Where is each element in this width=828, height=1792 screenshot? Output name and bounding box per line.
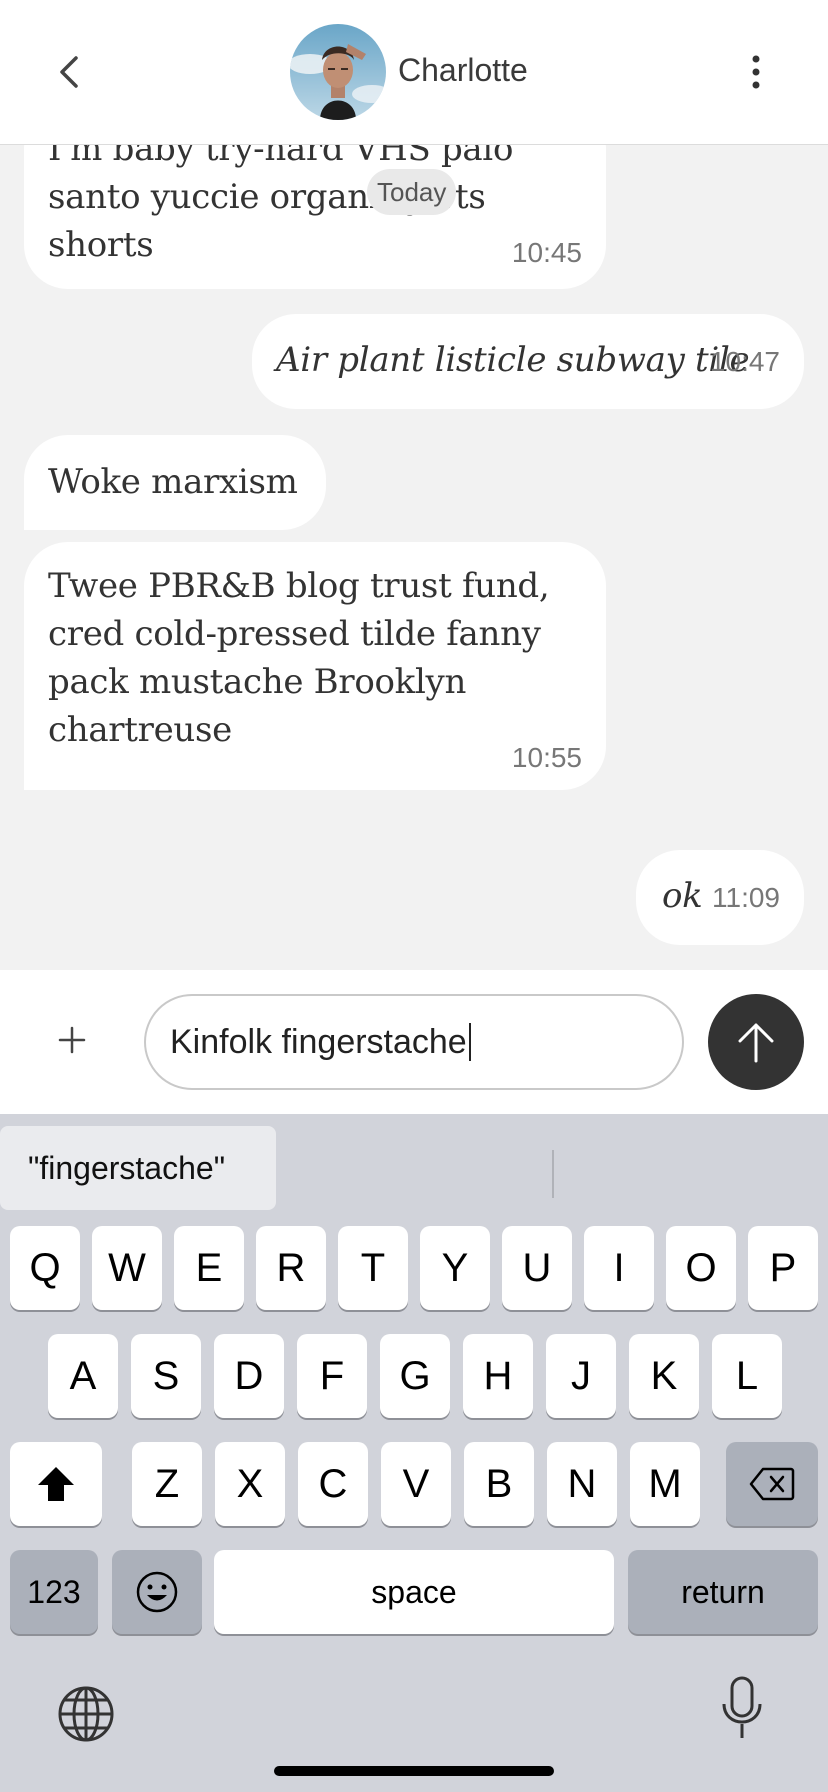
more-options-button[interactable] [738, 48, 774, 96]
message-text: Woke marxism [48, 462, 298, 502]
key-o[interactable]: O [666, 1226, 736, 1310]
text-caret [468, 1023, 471, 1061]
backspace-key[interactable] [726, 1442, 818, 1526]
message-text-line: cred cold-pressed tilde fanny [48, 614, 541, 654]
numbers-key[interactable]: 123 [10, 1550, 98, 1634]
key-g[interactable]: G [380, 1334, 450, 1418]
key-y[interactable]: Y [420, 1226, 490, 1310]
key-w[interactable]: W [92, 1226, 162, 1310]
key-z[interactable]: Z [132, 1442, 202, 1526]
attach-button[interactable] [50, 1018, 94, 1062]
message-time: 10:55 [511, 742, 582, 773]
back-button[interactable] [48, 50, 92, 94]
globe-key[interactable] [56, 1684, 116, 1744]
microphone-icon [722, 1676, 762, 1738]
key-r[interactable]: R [256, 1226, 326, 1310]
emoji-icon [136, 1571, 178, 1613]
message-input-value: Kinfolk fingerstache [170, 1022, 467, 1061]
message-incoming[interactable]: Woke marxism [24, 435, 326, 530]
key-b[interactable]: B [464, 1442, 534, 1526]
message-text-line: Twee PBR&B blog trust fund, [48, 566, 550, 606]
message-text-line: chartreuse [48, 710, 232, 750]
message-text-line: I'm baby try-hard VHS palo [48, 145, 514, 169]
key-a[interactable]: A [48, 1334, 118, 1418]
key-l[interactable]: L [712, 1334, 782, 1418]
send-button[interactable] [708, 994, 804, 1090]
message-outgoing[interactable]: Air plant listicle subway tile 10:47 [252, 314, 804, 409]
chat-header: Charlotte [0, 0, 828, 145]
key-u[interactable]: U [502, 1226, 572, 1310]
message-incoming[interactable]: Twee PBR&B blog trust fund, cred cold-pr… [24, 542, 606, 790]
home-indicator[interactable] [274, 1766, 554, 1776]
key-c[interactable]: C [298, 1442, 368, 1526]
key-f[interactable]: F [297, 1334, 367, 1418]
key-j[interactable]: J [546, 1334, 616, 1418]
message-text-line: santo yuccie organic jorts shorts [48, 177, 486, 265]
message-input[interactable]: Kinfolk fingerstache [144, 994, 684, 1090]
key-q[interactable]: Q [10, 1226, 80, 1310]
key-e[interactable]: E [174, 1226, 244, 1310]
key-s[interactable]: S [131, 1334, 201, 1418]
message-incoming[interactable]: I'm baby try-hard VHS palo santo yuccie … [24, 145, 606, 289]
key-v[interactable]: V [381, 1442, 451, 1526]
key-k[interactable]: K [629, 1334, 699, 1418]
message-outgoing[interactable]: ok 11:09 [636, 850, 804, 945]
key-i[interactable]: I [584, 1226, 654, 1310]
globe-icon [58, 1686, 114, 1742]
message-time: 11:09 [712, 882, 780, 913]
key-p[interactable]: P [748, 1226, 818, 1310]
space-key[interactable]: space [214, 1550, 614, 1634]
arrow-up-icon [738, 1023, 774, 1063]
message-text: Air plant listicle subway tile [276, 340, 750, 380]
contact-avatar[interactable] [290, 24, 386, 120]
plus-icon [58, 1026, 86, 1054]
key-x[interactable]: X [215, 1442, 285, 1526]
key-h[interactable]: H [463, 1334, 533, 1418]
key-m[interactable]: M [630, 1442, 700, 1526]
autocorrect-suggestion[interactable]: "fingerstache" [0, 1126, 276, 1210]
return-key[interactable]: return [628, 1550, 818, 1634]
key-n[interactable]: N [547, 1442, 617, 1526]
message-time: 10:45 [511, 237, 582, 268]
date-separator: Today [367, 169, 457, 215]
key-d[interactable]: D [214, 1334, 284, 1418]
message-time: 10:47 [709, 346, 780, 377]
emoji-key[interactable] [112, 1550, 202, 1634]
more-vertical-icon [752, 55, 760, 89]
key-t[interactable]: T [338, 1226, 408, 1310]
message-text-line: pack mustache Brooklyn [48, 662, 467, 702]
shift-icon [38, 1467, 74, 1501]
backspace-icon [749, 1467, 795, 1501]
chevron-left-icon [60, 56, 78, 88]
message-list[interactable]: Today I'm baby try-hard VHS palo santo y… [0, 145, 828, 970]
suggestion-divider [552, 1150, 554, 1198]
dictation-key[interactable] [720, 1676, 764, 1740]
contact-name[interactable]: Charlotte [398, 52, 528, 89]
message-text: ok [662, 876, 703, 916]
shift-key[interactable] [10, 1442, 102, 1526]
